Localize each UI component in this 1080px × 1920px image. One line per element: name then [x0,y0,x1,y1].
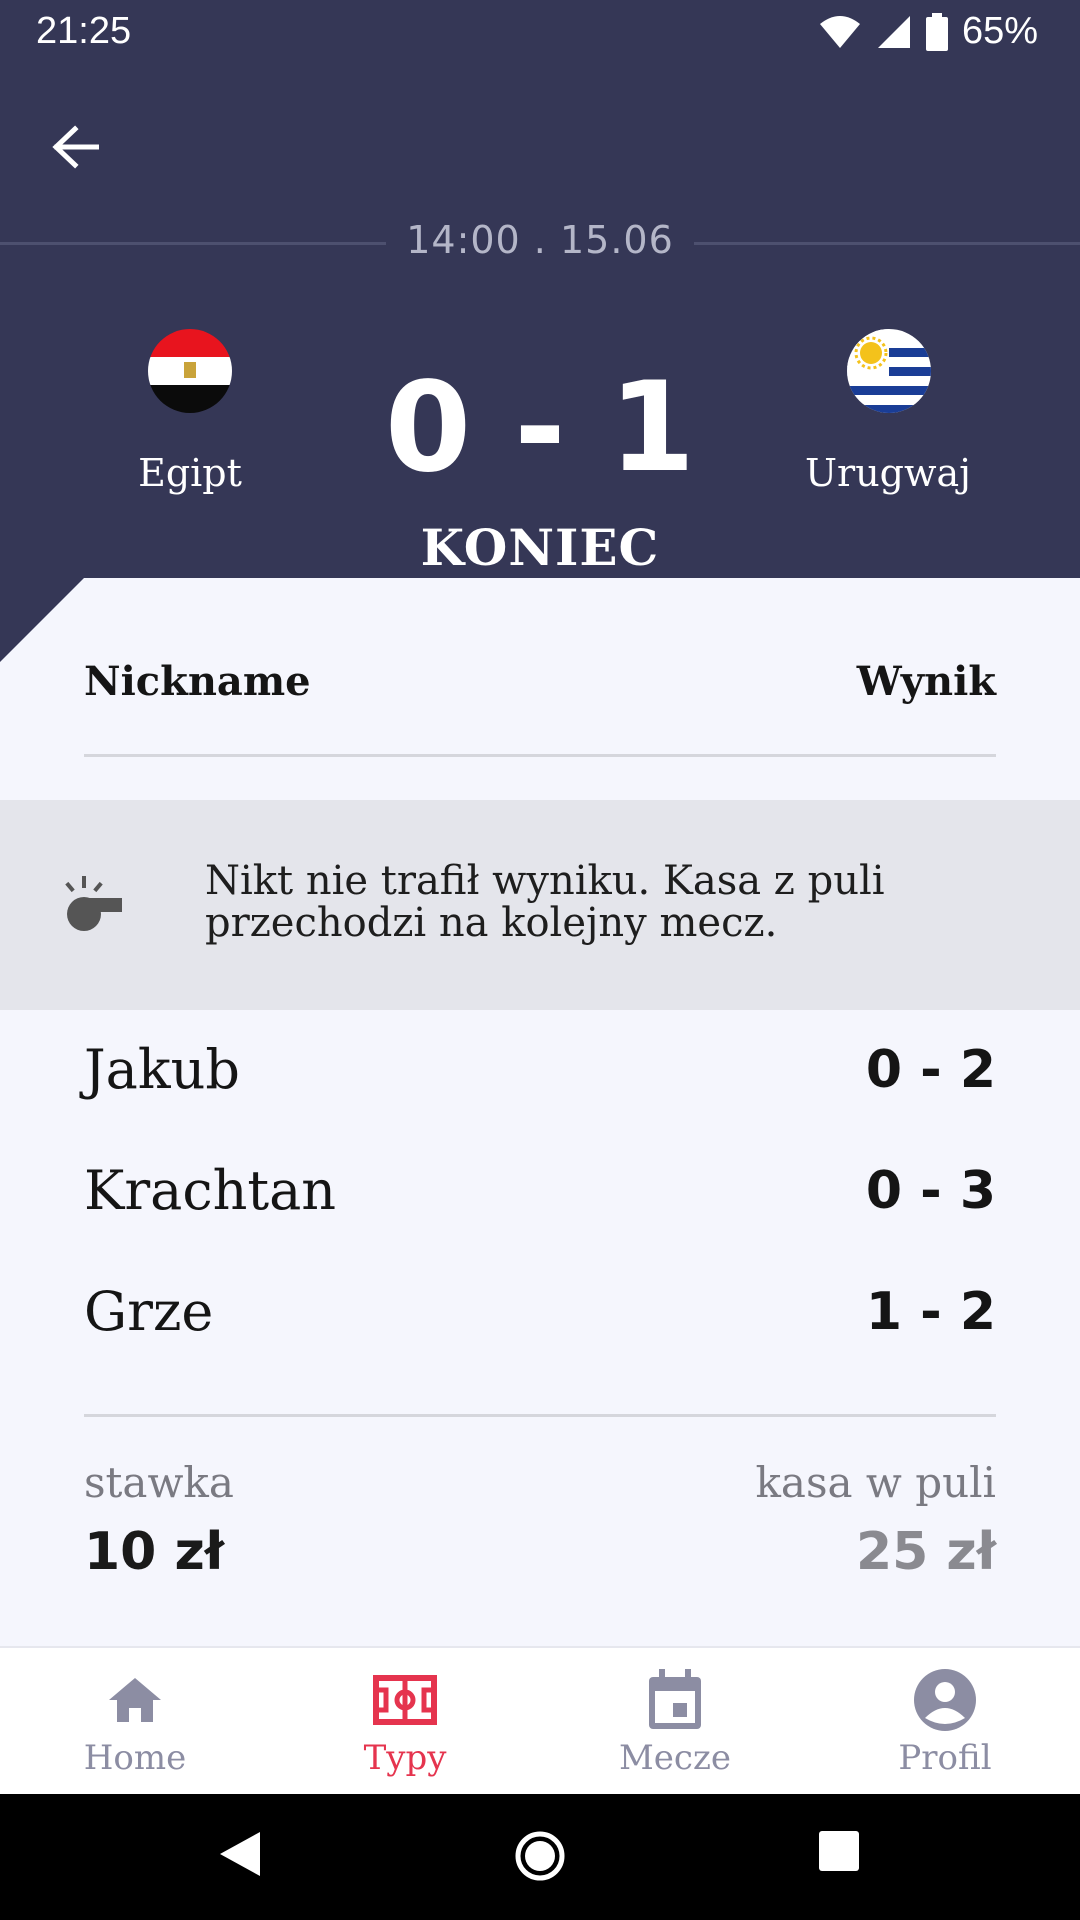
status-icons: 65% [818,10,1038,53]
nav-typy[interactable]: Typy [270,1648,540,1796]
system-nav-bar [0,1794,1080,1920]
uruguay-flag-icon [847,329,931,413]
wifi-icon [819,15,860,48]
nav-home-label: Home [83,1738,187,1778]
table-row: Krachtan 0 - 3 [84,1151,996,1231]
table-row: Grze 1 - 2 [84,1272,996,1352]
profile-icon [914,1669,976,1731]
nav-home[interactable]: Home [0,1648,270,1796]
table-divider-bottom [84,1414,996,1417]
status-bar: 21:25 65% [0,0,1080,66]
arrow-left-icon [52,125,99,169]
signal-icon [877,15,910,48]
row-prediction: 0 - 2 [865,1040,996,1100]
pool-value: 25 zł [855,1522,996,1582]
row-prediction: 1 - 2 [865,1282,996,1342]
square-recents-icon [819,1831,859,1871]
nav-mecze-label: Mecze [618,1738,731,1778]
col-result-header: Wynik [856,658,996,705]
col-nickname-header: Nickname [84,658,311,705]
match-header: 14:00 . 15.06 Egipt 0 - 1 KONIEC Urugwaj [0,66,1080,578]
stake-value: 10 zł [84,1522,225,1582]
back-nav-button[interactable] [218,1830,262,1882]
stake-label: stawka [84,1458,234,1507]
battery-icon [925,12,948,51]
table-row: Jakub 0 - 2 [84,1030,996,1110]
nav-typy-label: Typy [363,1738,447,1778]
match-kickoff: 14:00 . 15.06 [406,218,674,262]
bottom-nav: Home Typy Mecze Profil [0,1646,1080,1794]
match-score: 0 - 1 [384,356,696,500]
nav-mecze[interactable]: Mecze [540,1648,810,1796]
triangle-back-icon [220,1832,260,1876]
banner-message: Nikt nie trafił wyniku. Kasa z puli prze… [205,858,885,946]
egypt-flag-icon [148,329,232,413]
pool-label: kasa w puli [755,1458,996,1507]
info-banner: Nikt nie trafił wyniku. Kasa z puli prze… [0,800,1080,1010]
home-icon [109,1678,161,1722]
nav-profil[interactable]: Profil [810,1648,1080,1796]
row-nickname: Grze [84,1280,214,1343]
recents-nav-button[interactable] [818,1830,860,1876]
home-team-name: Egipt [138,451,242,495]
row-nickname: Krachtan [84,1159,337,1222]
calendar-icon [649,1669,701,1729]
away-team-name: Urugwaj [805,451,971,495]
pitch-icon [373,1675,437,1725]
match-status: KONIEC [420,518,660,577]
row-nickname: Jakub [84,1038,240,1101]
whistle-icon [65,876,122,931]
back-button[interactable] [40,112,110,182]
home-nav-button[interactable] [514,1830,566,1886]
status-time: 21:25 [36,10,132,52]
row-prediction: 0 - 3 [865,1161,996,1221]
header-corner [0,578,84,662]
table-divider-top [84,754,996,757]
circle-home-icon [515,1831,565,1881]
battery-percent: 65% [961,10,1038,52]
nav-profil-label: Profil [898,1738,992,1778]
